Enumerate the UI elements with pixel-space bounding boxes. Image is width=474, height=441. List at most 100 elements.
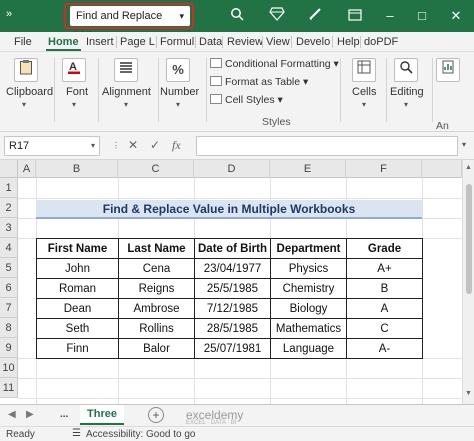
table-cell[interactable]: Reigns: [118, 278, 195, 299]
sheet-title-cell[interactable]: Find & Replace Value in Multiple Workboo…: [36, 200, 422, 219]
table-cell[interactable]: 28/5/1985: [194, 318, 271, 339]
tab-home[interactable]: Home: [46, 34, 81, 51]
row-header-8[interactable]: 8: [0, 318, 18, 338]
minimize-button[interactable]: –: [378, 6, 402, 26]
column-header-f[interactable]: F: [346, 160, 422, 178]
table-cell[interactable]: Roman: [36, 278, 119, 299]
drag-handle-icon[interactable]: ⋮: [112, 141, 120, 150]
row-header-2[interactable]: 2: [0, 198, 18, 218]
tab-dopdf[interactable]: doPDF: [362, 34, 400, 51]
table-cell[interactable]: Balor: [118, 338, 195, 359]
column-header-b[interactable]: B: [36, 160, 118, 178]
tab-page-layout[interactable]: Page L: [118, 34, 157, 51]
tab-data[interactable]: Data: [197, 34, 224, 51]
tab-formulas[interactable]: Formul: [158, 34, 196, 51]
spreadsheet-grid[interactable]: A B C D E F 1 2 3 4 5 6 7 8 9 10 11 Find…: [0, 160, 474, 404]
column-header-c[interactable]: C: [118, 160, 194, 178]
tab-developer[interactable]: Develo: [294, 34, 332, 51]
alignment-group[interactable]: Alignment ▾: [100, 56, 156, 120]
insert-function-icon[interactable]: fx: [172, 138, 181, 153]
table-cell[interactable]: Language: [270, 338, 347, 359]
column-header-e[interactable]: E: [270, 160, 346, 178]
row-header-9[interactable]: 9: [0, 338, 18, 358]
sheet-tab-three[interactable]: Three: [80, 405, 124, 425]
vertical-scrollbar[interactable]: ▲ ▼: [462, 160, 474, 404]
row-header-1[interactable]: 1: [0, 178, 18, 198]
table-cell[interactable]: A: [346, 298, 423, 319]
scroll-thumb[interactable]: [466, 184, 472, 294]
row-header-4[interactable]: 4: [0, 238, 18, 258]
table-cell[interactable]: A+: [346, 258, 423, 279]
table-cell[interactable]: 25/5/1985: [194, 278, 271, 299]
row-header-3[interactable]: 3: [0, 218, 18, 238]
table-cell[interactable]: Mathematics: [270, 318, 347, 339]
add-sheet-button[interactable]: +: [148, 407, 164, 423]
number-group[interactable]: % Number ▾: [160, 56, 204, 120]
tab-help[interactable]: Help: [335, 34, 362, 51]
row-header-6[interactable]: 6: [0, 278, 18, 298]
close-button[interactable]: ✕: [444, 6, 468, 26]
table-cell[interactable]: John: [36, 258, 119, 279]
table-cell[interactable]: Seth: [36, 318, 119, 339]
diamond-icon[interactable]: [268, 7, 286, 25]
search-icon[interactable]: [228, 7, 246, 25]
table-cell[interactable]: Chemistry: [270, 278, 347, 299]
header-last-name[interactable]: Last Name: [118, 238, 195, 259]
table-cell[interactable]: Rollins: [118, 318, 195, 339]
font-group[interactable]: A Font ▾: [58, 56, 94, 120]
accessibility-icon: ☰: [72, 428, 81, 439]
chevron-down-icon[interactable]: ▾: [462, 140, 466, 149]
tab-review[interactable]: Review: [225, 34, 265, 51]
format-as-table-button[interactable]: Format as Table ▾: [210, 76, 308, 88]
analysis-group[interactable]: An: [434, 56, 474, 132]
row-header-10[interactable]: 10: [0, 358, 18, 378]
number-label: Number: [160, 86, 200, 98]
column-header-d[interactable]: D: [194, 160, 270, 178]
conditional-formatting-button[interactable]: Conditional Formatting ▾: [210, 58, 339, 70]
table-cell[interactable]: 25/07/1981: [194, 338, 271, 359]
table-cell[interactable]: Ambrose: [118, 298, 195, 319]
align-lines-icon: [114, 58, 138, 82]
table-cell[interactable]: C: [346, 318, 423, 339]
enter-icon[interactable]: ✓: [150, 138, 160, 152]
row-header-5[interactable]: 5: [0, 258, 18, 278]
table-cell[interactable]: Biology: [270, 298, 347, 319]
header-date-of-birth[interactable]: Date of Birth: [194, 238, 271, 259]
column-header-a[interactable]: A: [18, 160, 36, 178]
cells-group[interactable]: Cells ▾: [344, 56, 384, 120]
table-cell[interactable]: Cena: [118, 258, 195, 279]
cancel-icon[interactable]: ✕: [128, 138, 138, 152]
row-header-7[interactable]: 7: [0, 298, 18, 318]
table-cell[interactable]: 7/12/1985: [194, 298, 271, 319]
restore-button[interactable]: □: [410, 6, 434, 26]
clipboard-group[interactable]: Clipboard ▾: [0, 56, 53, 120]
scroll-up-icon[interactable]: ▲: [465, 164, 472, 171]
table-cell[interactable]: Finn: [36, 338, 119, 359]
tab-view[interactable]: View: [264, 34, 292, 51]
cell-styles-button[interactable]: Cell Styles ▾: [210, 94, 283, 106]
accessibility-status[interactable]: Accessibility: Good to go: [86, 429, 196, 440]
table-cell[interactable]: B: [346, 278, 423, 299]
select-all-corner[interactable]: [0, 160, 18, 178]
header-department[interactable]: Department: [270, 238, 347, 259]
quick-access-more-button[interactable]: »: [6, 8, 12, 20]
header-first-name[interactable]: First Name: [36, 238, 119, 259]
scroll-down-icon[interactable]: ▼: [465, 390, 472, 397]
sheet-next-icon[interactable]: ▶: [26, 409, 34, 420]
sheet-prev-icon[interactable]: ◀: [8, 409, 16, 420]
header-grade[interactable]: Grade: [346, 238, 423, 259]
row-header-11[interactable]: 11: [0, 378, 18, 398]
ribbon-display-icon[interactable]: [346, 7, 364, 25]
sheet-more-button[interactable]: ...: [60, 409, 68, 420]
name-box[interactable]: R17 ▾: [4, 136, 100, 156]
editing-group[interactable]: Editing ▾: [388, 56, 430, 120]
table-cell[interactable]: Physics: [270, 258, 347, 279]
table-cell[interactable]: A-: [346, 338, 423, 359]
table-cell[interactable]: 23/04/1977: [194, 258, 271, 279]
pen-icon[interactable]: [306, 7, 324, 25]
formula-input[interactable]: [196, 136, 458, 156]
tab-insert[interactable]: Insert: [84, 34, 116, 51]
tab-separator: [332, 36, 333, 48]
tab-file[interactable]: File: [12, 34, 34, 51]
table-cell[interactable]: Dean: [36, 298, 119, 319]
